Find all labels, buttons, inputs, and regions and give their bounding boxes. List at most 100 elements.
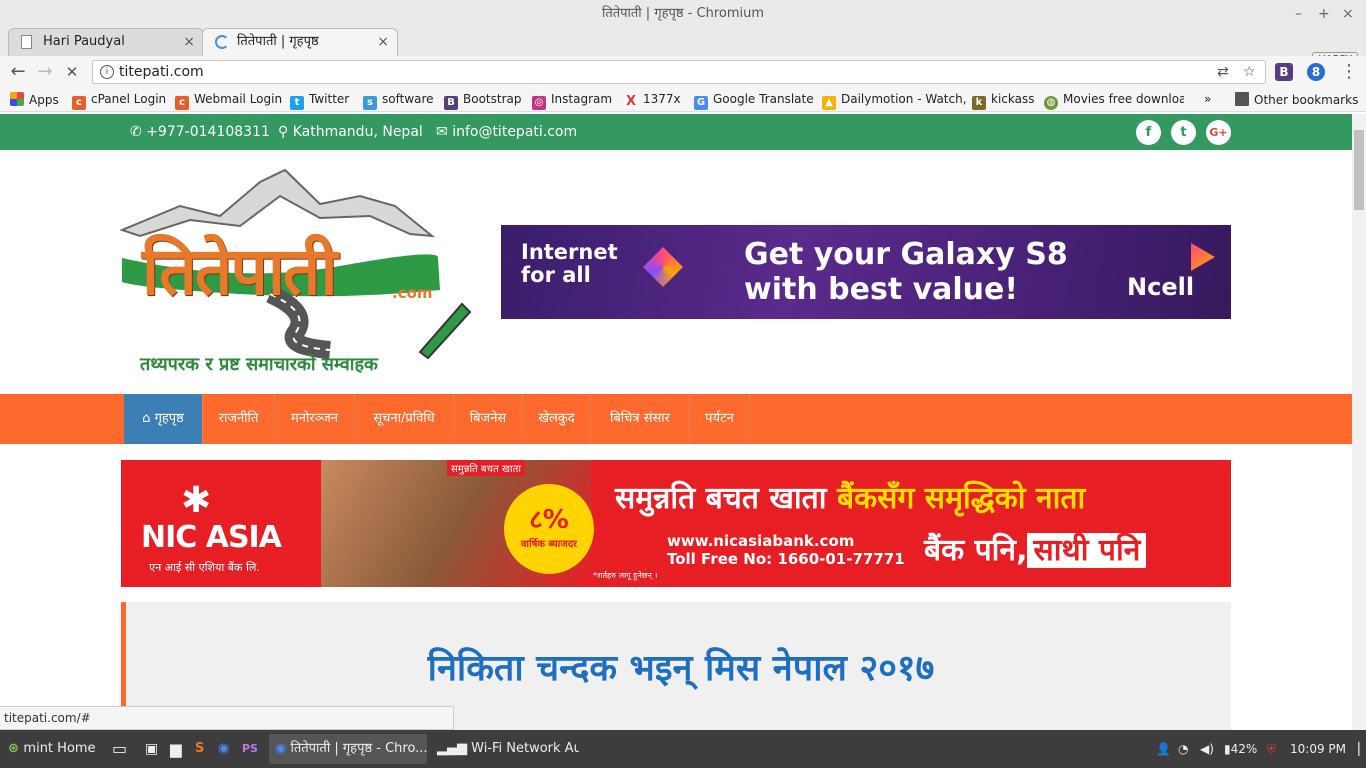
wifi-icon[interactable]: ◔: [1178, 730, 1188, 768]
site-info-icon[interactable]: i: [100, 65, 114, 79]
bookmark-dailymotion[interactable]: ▲ Dailymotion - Watch,: [822, 92, 967, 110]
nic-slogan-b: साथी पनि: [1027, 533, 1147, 568]
show-desktop-corner[interactable]: ▕: [1350, 730, 1359, 768]
start-menu-label: mint Home: [23, 741, 96, 756]
nic-headline-yellow: बैंकसँग समृद्धिको नाता: [837, 481, 1086, 516]
bookmark-kickass[interactable]: k kickass: [972, 92, 1034, 110]
bookmark-cpanel[interactable]: c cPanel Login: [72, 92, 166, 110]
facebook-icon[interactable]: f: [1136, 120, 1161, 145]
bookmark-label: cPanel Login: [91, 92, 167, 106]
show-desktop-icon[interactable]: ▭: [112, 730, 127, 768]
bookmarks-overflow-button[interactable]: »: [1204, 92, 1211, 106]
volume-icon[interactable]: ◀): [1200, 730, 1214, 768]
shield-icon[interactable]: ⛨: [1267, 730, 1276, 768]
forward-icon[interactable]: →: [34, 61, 56, 82]
twitter-icon[interactable]: t: [1171, 120, 1196, 145]
taskbar-window-label: तितेपाती | गृहपृष्ठ - Chro...: [290, 741, 427, 756]
other-bookmarks[interactable]: Other bookmarks: [1235, 92, 1358, 107]
cpanel-icon: c: [72, 96, 86, 110]
stop-icon[interactable]: ✕: [61, 63, 83, 81]
x-icon: X: [624, 94, 638, 109]
home-icon: ⌂: [142, 411, 155, 426]
nav-item-entertainment[interactable]: मनोरञ्जन: [275, 394, 355, 444]
bootstrap-extension-icon[interactable]: B: [1275, 63, 1293, 81]
nic-slogan: बैंक पनि, साथी पनि: [924, 528, 1147, 569]
nic-star-logo-icon: ✱: [181, 480, 212, 521]
nic-asia-banner-ad[interactable]: ✱ NIC ASIA एन आई सी एशिया बैंक लि. समुन्…: [121, 460, 1231, 587]
nic-fine-print: *शर्तहरु लागू हुनेछन् ।: [593, 571, 658, 580]
instagram-icon: ◎: [532, 96, 546, 110]
start-menu-button[interactable]: ⊛ mint Home: [8, 730, 96, 768]
terminal-icon[interactable]: ▣: [145, 730, 158, 768]
bookmark-label: Instagram: [551, 92, 613, 106]
nav-item-bizarre[interactable]: बिचित्र संसार: [591, 394, 690, 444]
bookmark-movies[interactable]: ◍ Movies free downloa: [1044, 92, 1184, 110]
ncell-banner-ad[interactable]: Internet for all Get your Galaxy S8 with…: [501, 225, 1231, 319]
bookmark-instagram[interactable]: ◎ Instagram: [532, 92, 612, 110]
nic-headline: समुन्नति बचत खाता बैंकसँग समृद्धिको नाता: [615, 476, 1085, 517]
ncell-ad-brand: Ncell: [1127, 273, 1195, 301]
bookmarks-bar: Apps c cPanel Login c Webmail Login t Twitt…: [0, 88, 1366, 112]
bootstrap-icon: B: [444, 96, 458, 110]
featured-headline-link[interactable]: निकिता चन्दक भइन् मिस नेपाल २०१७: [126, 642, 1236, 691]
bookmark-google-translate[interactable]: G Google Translate: [694, 92, 814, 110]
taskbar-window-chromium[interactable]: ◉ तितेपाती | गृहपृष्ठ - Chro...: [269, 734, 427, 764]
menu-icon[interactable]: ⋮: [1338, 61, 1360, 82]
email-info[interactable]: ✉ info@titepati.com: [436, 124, 577, 140]
tab-strip: Hari Paudyal × तितेपाती | गृहपृष्ठ × HAR…: [0, 24, 1366, 74]
location-text: Kathmandu, Nepal: [292, 124, 423, 140]
extension-icon[interactable]: 8: [1307, 63, 1325, 81]
taskbar-window-wifi[interactable]: ▂▄▆ Wi-Fi Network Authe...: [431, 734, 579, 764]
bookmark-label: Apps: [29, 93, 59, 107]
dailymotion-icon: ▲: [822, 96, 836, 110]
nav-label: गृहपृष्ठ: [154, 411, 184, 426]
user-icon[interactable]: 👤: [1156, 730, 1171, 768]
nav-item-sports[interactable]: खेलकुद: [523, 394, 591, 444]
bookmark-label: Twitter: [309, 92, 350, 106]
nic-website: www.nicasiabank.com: [667, 532, 855, 550]
tab-close-icon[interactable]: ×: [377, 29, 389, 55]
files-icon[interactable]: ▆: [170, 730, 182, 768]
nav-item-politics[interactable]: राजनीति: [203, 394, 275, 444]
clock[interactable]: 10:09 PM: [1290, 730, 1346, 768]
bookmark-star-icon[interactable]: ☆: [1243, 61, 1256, 83]
site-logo[interactable]: तितेपाती .com तथ्यपरक र प्रष्ट समाचारको …: [120, 166, 472, 378]
loading-spinner-icon: [215, 35, 229, 49]
rate-label: वार्षिक ब्याजदर: [520, 539, 578, 550]
page-scrollbar[interactable]: [1352, 114, 1366, 730]
sublime-icon[interactable]: S: [195, 730, 204, 768]
window-title: तितेपाती | गृहपृष्ठ - Chromium: [601, 6, 765, 21]
cpanel-icon: c: [175, 96, 189, 110]
web-page: ✆ +977-014108311 ⚲ Kathmandu, Nepal ✉ in…: [0, 114, 1352, 730]
nav-item-technology[interactable]: सूचना/प्रविधि: [355, 394, 454, 444]
nav-item-tourism[interactable]: पर्यटन: [690, 394, 750, 444]
bookmark-bootstrap[interactable]: B Bootstrap: [444, 92, 521, 110]
bookmark-label: Bootstrap: [463, 92, 522, 106]
nav-item-home[interactable]: ⌂ गृहपृष्ठ: [124, 394, 203, 444]
bookmark-apps[interactable]: Apps: [10, 92, 59, 107]
tab-label: तितेपाती | गृहपृष्ठ: [237, 34, 319, 49]
map-marker-icon: ⚲: [278, 124, 293, 140]
bookmark-twitter[interactable]: t Twitter: [290, 92, 349, 110]
tab-titepati[interactable]: तितेपाती | गृहपृष्ठ ×: [202, 28, 398, 56]
battery-indicator[interactable]: ▮42%: [1224, 730, 1257, 768]
phone-info: ✆ +977-014108311: [130, 124, 270, 140]
nic-headline-white: समुन्नति बचत खाता: [615, 481, 827, 516]
back-icon[interactable]: ←: [7, 61, 29, 82]
bookmark-1377x[interactable]: X 1377x: [624, 92, 681, 109]
nav-item-business[interactable]: बिजनेस: [454, 394, 523, 444]
tab-hari-paudyal[interactable]: Hari Paudyal ×: [8, 28, 204, 56]
bookmark-webmail[interactable]: c Webmail Login: [175, 92, 282, 110]
google-plus-icon[interactable]: G+: [1206, 120, 1231, 145]
phpstorm-icon[interactable]: PS: [242, 730, 258, 768]
tab-close-icon[interactable]: ×: [183, 29, 195, 55]
translate-icon[interactable]: ⇄: [1217, 61, 1229, 83]
scrollbar-thumb[interactable]: [1354, 130, 1364, 210]
bookmark-software[interactable]: s software: [363, 92, 434, 110]
logo-dotcom: .com: [392, 284, 433, 302]
address-bar[interactable]: i titepati.com ⇄ ☆: [92, 60, 1266, 84]
ncell-ad-headline: Get your Galaxy S8 with best value!: [744, 237, 1068, 307]
tab-label: Hari Paudyal: [43, 34, 125, 49]
chromium-icon[interactable]: ◉: [218, 730, 229, 768]
bookmark-label: Movies free downloa: [1063, 92, 1184, 106]
